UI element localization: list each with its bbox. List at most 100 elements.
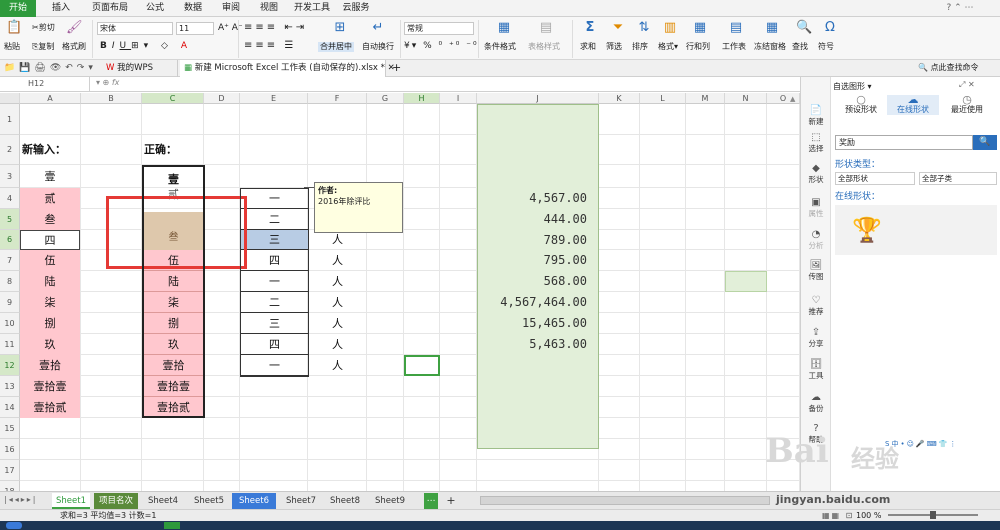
column-header-n[interactable]: N	[725, 93, 767, 104]
sum-button[interactable]: 求和	[580, 42, 596, 52]
row-header-15[interactable]: 15	[0, 418, 20, 439]
shape-type-select[interactable]: 全部形状	[835, 172, 915, 185]
cell-a9[interactable]: 柒	[20, 292, 80, 313]
cell-f9[interactable]: 人	[308, 292, 367, 313]
table-style-button[interactable]: 表格样式	[528, 42, 560, 52]
cell-c2[interactable]: 正确：	[142, 135, 204, 165]
sheet-nav-icons[interactable]: |◂◂▸▸|	[4, 495, 37, 504]
cell-j9[interactable]: 4,567,464.00	[477, 292, 599, 313]
row-header-13[interactable]: 13	[0, 376, 20, 397]
sheet-tab-sheet8[interactable]: Sheet8	[326, 493, 364, 509]
sort-button[interactable]: 排序	[632, 42, 648, 52]
ime-toolbar[interactable]: S中•☺🎤⌨👕⋮	[885, 439, 958, 449]
sidebar-share[interactable]: ⇪ 分享	[801, 327, 831, 349]
add-sheet-button[interactable]: +	[444, 493, 458, 509]
pane-title[interactable]: 自选图形 ▾	[833, 81, 872, 92]
freeze-button[interactable]: 冻结窗格	[754, 42, 786, 52]
row-header-17[interactable]: 17	[0, 460, 20, 481]
table-style-icon[interactable]: ▤	[538, 21, 554, 35]
wrap-text-button[interactable]: 自动换行	[362, 42, 394, 52]
filter-button[interactable]: 筛选	[606, 42, 622, 52]
cell-comment[interactable]: 作者: 2016年除评比	[314, 182, 403, 233]
format-icon[interactable]: ▥	[662, 21, 678, 35]
cell-a13[interactable]: 壹拾壹	[20, 376, 80, 397]
cell-f6[interactable]: 人	[308, 230, 367, 250]
wrap-text-icon[interactable]: ↵	[370, 21, 386, 35]
sheet-tab-sheet6[interactable]: Sheet6	[232, 493, 276, 509]
paste-icon[interactable]: 📋	[6, 21, 22, 35]
row-header-3[interactable]: 3	[0, 165, 20, 188]
pane-tab-recent[interactable]: ◷ 最近使用	[941, 94, 993, 115]
sheet-tab-sheet9[interactable]: Sheet9	[368, 493, 412, 509]
column-header-e[interactable]: E	[240, 93, 308, 104]
cell-f11[interactable]: 人	[308, 334, 367, 355]
quick-access-icons[interactable]: 📁💾🖨👁↶↷▾	[4, 62, 97, 74]
cell-j10[interactable]: 15,465.00	[477, 313, 599, 334]
horizontal-scrollbar[interactable]	[480, 496, 770, 505]
window-controls[interactable]: ? ⌃ ⋯	[930, 0, 990, 17]
formula-input[interactable]	[140, 78, 795, 90]
find-icon[interactable]: 🔍	[796, 21, 812, 35]
symbol-icon[interactable]: Ω	[822, 21, 838, 35]
cell-f7[interactable]: 人	[308, 250, 367, 271]
row-header-12[interactable]: 12	[0, 355, 20, 376]
conditional-format-button[interactable]: 条件格式	[484, 42, 516, 52]
sidebar-shape[interactable]: ◆ 形状	[801, 163, 831, 185]
cell-a8[interactable]: 陆	[20, 271, 80, 292]
view-mode-icons[interactable]: ▦▦ ⊡	[822, 510, 854, 521]
row-header-8[interactable]: 8	[0, 271, 20, 292]
cell-j8[interactable]: 568.00	[477, 271, 599, 292]
row-header-9[interactable]: 9	[0, 292, 20, 313]
sheet-tab-项目名次[interactable]: 项目名次	[94, 493, 138, 509]
pane-search-input[interactable]: 奖励	[835, 135, 973, 150]
font-size-select[interactable]: 11	[176, 22, 214, 35]
format-painter-icon[interactable]: 🖌	[66, 21, 83, 35]
pane-tab-online[interactable]: ☁ 在线形状	[887, 94, 939, 115]
cell-a6[interactable]: 四	[20, 230, 80, 250]
cell-j11[interactable]: 5,463.00	[477, 334, 599, 355]
sidebar-send-image[interactable]: 🖼 传图	[801, 260, 831, 282]
row-header-10[interactable]: 10	[0, 313, 20, 334]
column-header-d[interactable]: D	[204, 93, 240, 104]
number-format-select[interactable]: 常规	[404, 22, 474, 35]
row-header-14[interactable]: 14	[0, 397, 20, 418]
row-col-button[interactable]: 行和列	[686, 42, 710, 52]
start-icon[interactable]	[6, 522, 22, 529]
doc-tab-wps[interactable]: W 我的WPS	[102, 60, 178, 77]
row-header-11[interactable]: 11	[0, 334, 20, 355]
column-header-j[interactable]: J	[477, 93, 599, 104]
merge-center-button[interactable]: 合并居中	[318, 42, 354, 52]
cell-j7[interactable]: 795.00	[477, 250, 599, 271]
cell-f12[interactable]: 人	[308, 355, 367, 376]
tab-home[interactable]: 开始	[0, 0, 36, 17]
sidebar-tools[interactable]: 🗄 工具	[801, 359, 831, 381]
worksheet-button[interactable]: 工作表	[722, 42, 746, 52]
row-header-5[interactable]: 5	[0, 209, 20, 230]
column-header-b[interactable]: B	[81, 93, 142, 104]
sheet-tab-sheet1[interactable]: Sheet1	[52, 493, 90, 509]
worksheet-icon[interactable]: ▤	[728, 21, 744, 35]
taskbar-app-icon[interactable]	[164, 522, 180, 529]
filter-icon[interactable]: ⏷	[610, 21, 626, 35]
column-header-a[interactable]: A	[20, 93, 81, 104]
cell-a2[interactable]: 新输入：	[20, 135, 90, 165]
column-header-l[interactable]: L	[640, 93, 686, 104]
sheet-tab-sheet5[interactable]: Sheet5	[190, 493, 228, 509]
format-painter-button[interactable]: 格式刷	[62, 42, 86, 52]
font-select[interactable]: 宋体	[97, 22, 173, 35]
zoom-slider-thumb[interactable]	[930, 511, 936, 519]
select-all-corner[interactable]	[0, 93, 20, 104]
row-header-7[interactable]: 7	[0, 250, 20, 271]
cell-a4[interactable]: 贰	[20, 188, 80, 209]
sum-icon[interactable]: Σ	[582, 21, 598, 35]
tab-insert[interactable]: 插入	[44, 0, 78, 17]
more-sheets-button[interactable]: ⋯	[424, 493, 438, 509]
scroll-up-icon[interactable]: ▲	[790, 95, 795, 103]
freeze-icon[interactable]: ▦	[764, 21, 780, 35]
cell-a11[interactable]: 玖	[20, 334, 80, 355]
formula-icons[interactable]: ▾ ⊕ fx	[96, 78, 119, 87]
symbol-button[interactable]: 符号	[818, 42, 834, 52]
tab-data[interactable]: 数据	[178, 0, 208, 17]
format-button[interactable]: 格式▾	[658, 42, 678, 52]
cell-j6[interactable]: 789.00	[477, 230, 599, 250]
